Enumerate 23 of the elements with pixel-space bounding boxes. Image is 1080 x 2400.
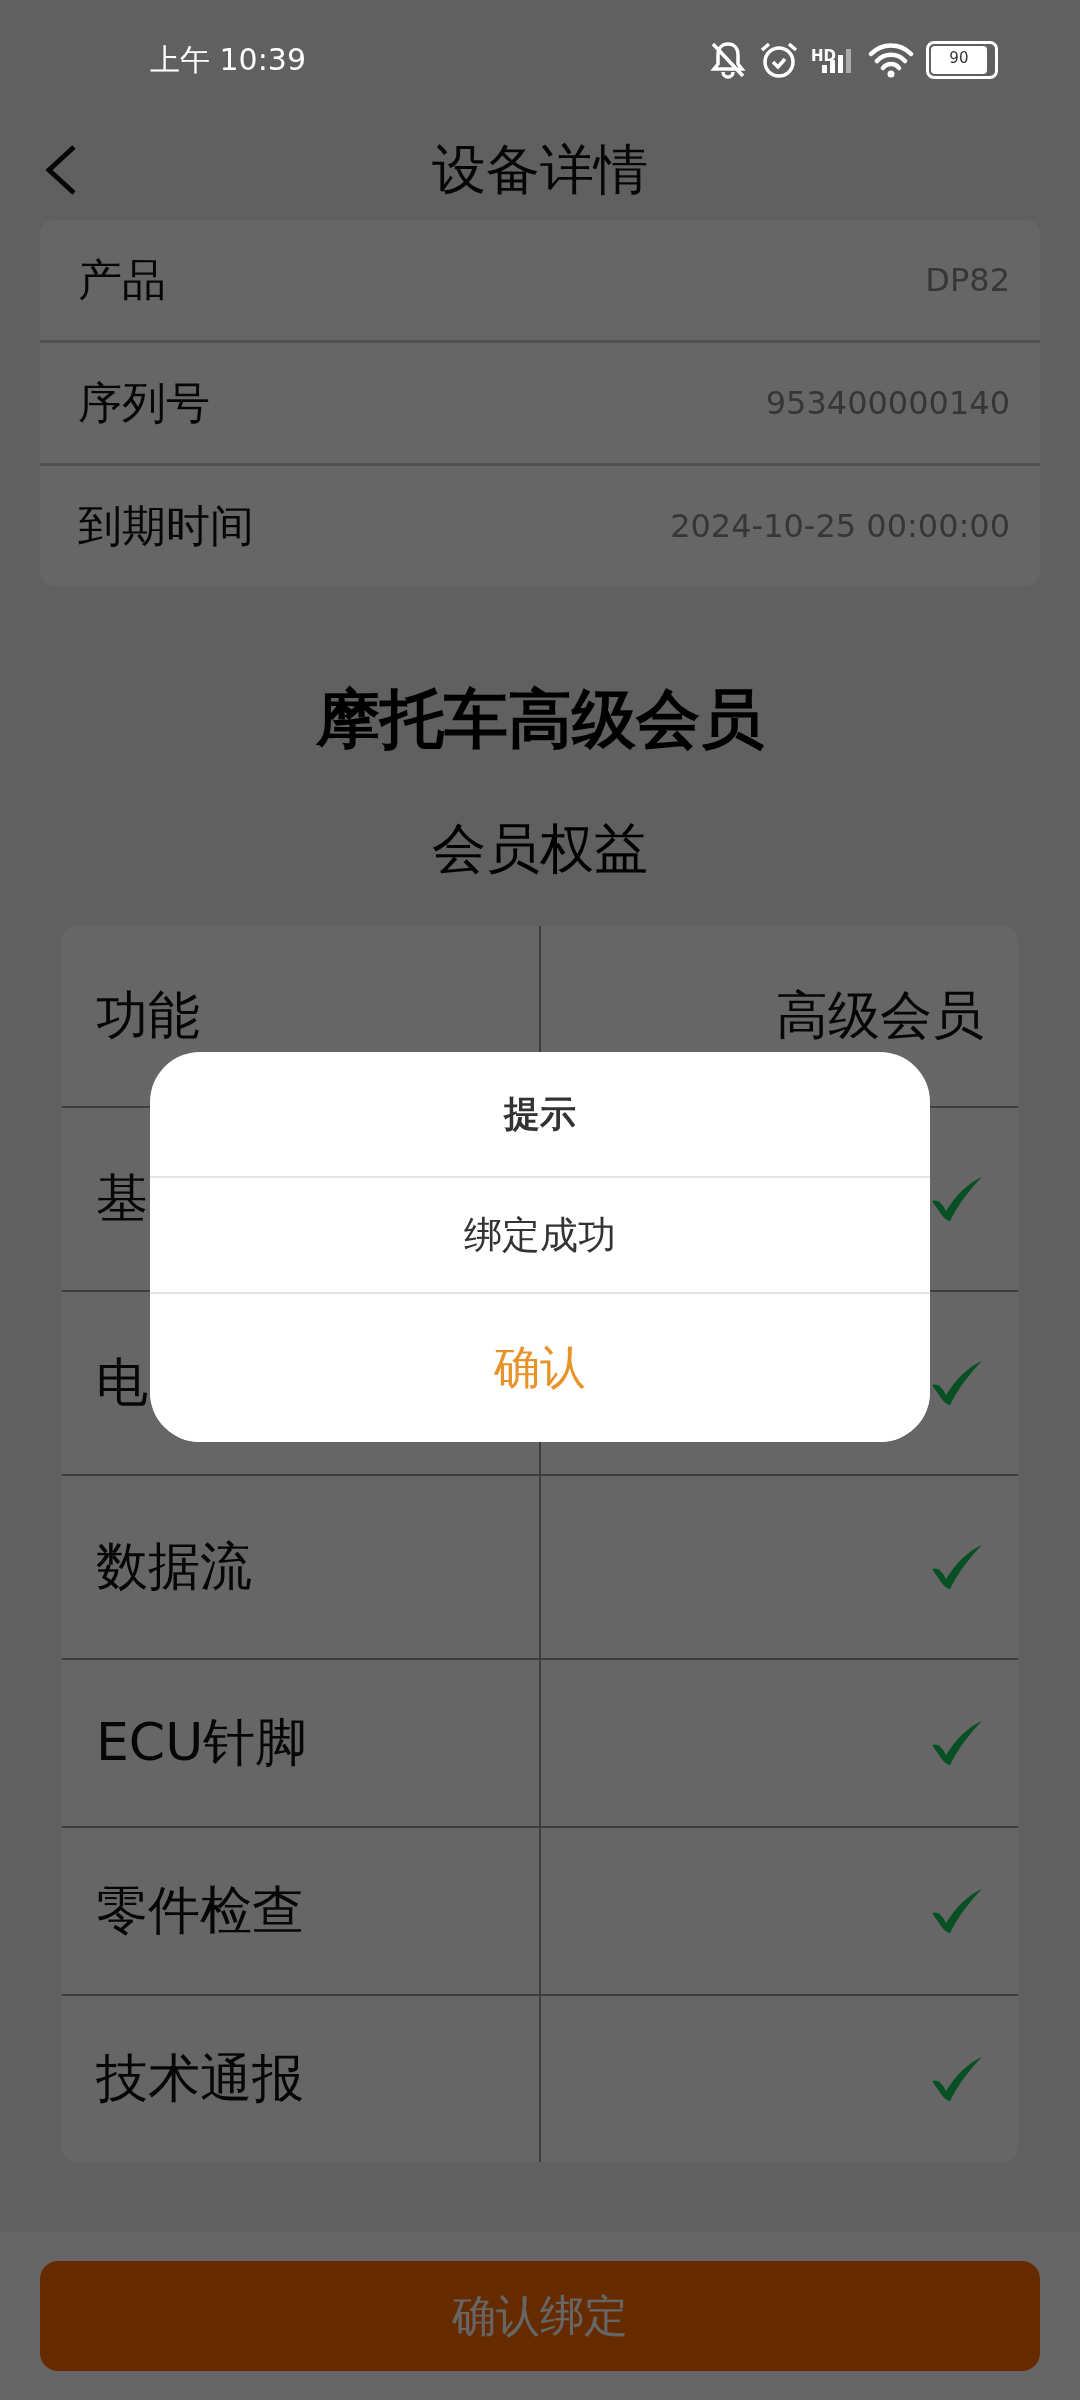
battery-icon: 90 [926,41,998,79]
feature-label: 技术通报 [96,2047,304,2110]
feature-label: ECU针脚 [96,1711,308,1774]
wifi-icon [868,42,914,78]
plan-title: 摩托车高级会员 [314,681,765,758]
status-time: 上午 10:39 [150,40,306,79]
feature-label: 基 [96,1167,148,1230]
feature-label: 电 [96,1351,148,1414]
info-label: 序列号 [78,375,210,430]
network-label: HD [811,47,836,65]
page-title: 设备详情 [432,136,648,203]
confirm-bind-button[interactable]: 确认绑定 [40,2261,1040,2371]
info-label: 产品 [78,252,166,307]
alarm-icon [759,40,799,80]
info-label: 到期时间 [78,498,254,553]
back-icon[interactable] [44,144,78,196]
bell-muted-icon [709,40,747,80]
section-title: 会员权益 [431,816,649,882]
dialog-title: 提示 [150,1052,930,1178]
feature-label: 数据流 [96,1535,252,1598]
feature-label: 零件检查 [96,1879,304,1942]
column-header: 功能 [96,984,200,1047]
column-header: 高级会员 [776,984,984,1047]
